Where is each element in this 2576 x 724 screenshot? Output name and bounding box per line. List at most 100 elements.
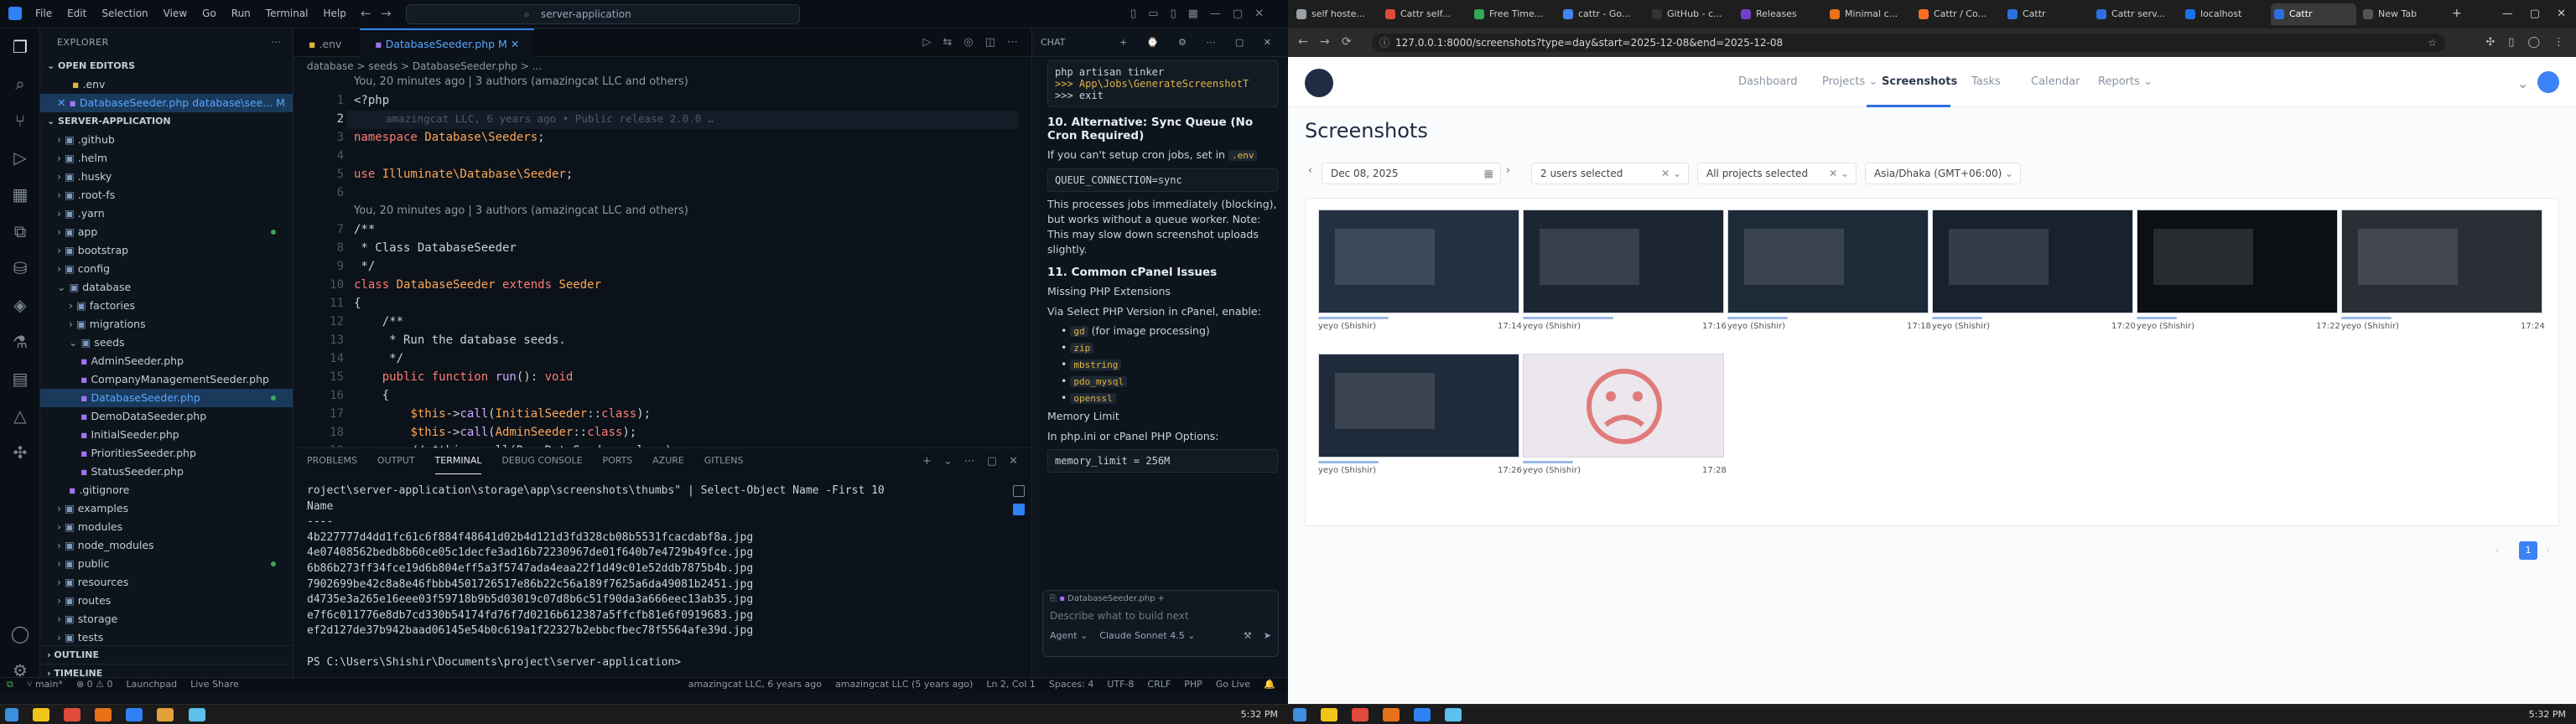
file-tree-item[interactable]: › ▣ bootstrap — [40, 241, 293, 260]
users-filter[interactable]: 2 users selected ✕ ⌄ — [1531, 163, 1689, 184]
code-block-memory[interactable]: memory_limit = 256M — [1047, 449, 1278, 473]
nav-screenshots[interactable]: Screenshots — [1882, 75, 1957, 88]
file-tree-item[interactable]: › ▣ .husky — [40, 168, 293, 186]
clock[interactable]: 5:32 PM — [2529, 709, 2566, 720]
extensions-icon[interactable]: ✣ — [2485, 36, 2495, 49]
screenshot-thumbnail[interactable] — [1523, 354, 1724, 458]
tab-ports[interactable]: PORTS — [602, 448, 632, 473]
browser-tab[interactable]: Cattr / Co... — [1915, 3, 2001, 25]
screenshot-thumbnail[interactable] — [1523, 209, 1724, 313]
more-actions-icon[interactable]: ⋯ — [964, 455, 975, 468]
tools-icon[interactable]: ⚒ — [1244, 630, 1252, 641]
terminal-instance-icon[interactable] — [1013, 485, 1025, 497]
project-header[interactable]: ⌄ SERVER-APPLICATION — [40, 112, 293, 131]
screenshot-thumbnail[interactable] — [1318, 209, 1519, 313]
file-explorer-icon[interactable] — [1321, 708, 1338, 721]
open-editors-header[interactable]: ⌄ OPEN EDITORS — [40, 57, 293, 75]
screenshot-thumbnail[interactable] — [2137, 209, 2338, 313]
browser-tab[interactable]: Cattr self... — [1382, 3, 1467, 25]
menu-run[interactable]: Run — [231, 8, 251, 19]
minimize-icon[interactable]: — — [2502, 8, 2513, 20]
screenshot-thumbnail[interactable] — [1727, 209, 1929, 313]
file-tree-item[interactable]: › ▣ examples — [40, 499, 293, 518]
file-tree-item[interactable]: › ▣ modules — [40, 518, 293, 536]
app-icon[interactable] — [1352, 708, 1369, 721]
file-tree-item[interactable]: › ▣ node_modules — [40, 536, 293, 555]
account-icon[interactable]: ◯ — [0, 615, 40, 652]
url-bar[interactable]: ⓘ 127.0.0.1:8000/screenshots?type=day&st… — [1372, 34, 2445, 52]
more-actions-icon[interactable]: ⋯ — [1007, 36, 1018, 49]
go-live[interactable]: Go Live — [1216, 679, 1250, 690]
blame-status[interactable]: amazingcat LLC, 6 years ago — [688, 679, 822, 690]
file-tree-item[interactable]: › ▣ storage — [40, 610, 293, 628]
file-tree-item[interactable]: ⌄ ▣ seeds — [40, 334, 293, 352]
bell-icon[interactable]: 🔔 — [1264, 679, 1275, 690]
bookmark-star-icon[interactable]: ☆ — [2428, 34, 2437, 52]
minimize-icon[interactable]: — — [1210, 8, 1221, 20]
layout-panel-icon[interactable]: ▭ — [1148, 8, 1158, 20]
file-tree-item[interactable]: › ▣ factories — [40, 297, 293, 315]
browser-tab[interactable]: Cattr serv... — [2093, 3, 2179, 25]
forward-icon[interactable]: → — [1320, 35, 1330, 49]
database-icon[interactable]: ⛁ — [0, 250, 40, 287]
tab-env[interactable]: ▪ .env — [293, 30, 356, 59]
screenshot-thumbnail[interactable] — [1932, 209, 2133, 313]
browser-tab[interactable]: Releases — [1737, 3, 1823, 25]
menu-file[interactable]: File — [35, 8, 52, 19]
file-tree-item[interactable]: ⌄ ▣ database — [40, 278, 293, 297]
chat-actions-icon[interactable]: + ⌚ ⚙ ⋯ ▢ ✕ — [1119, 37, 1280, 48]
outline-section[interactable]: › OUTLINE — [40, 645, 293, 664]
screenshot-thumbnail[interactable] — [1318, 354, 1519, 458]
file-tree-item[interactable]: ▪ CompanyManagementSeeder.php — [40, 370, 293, 389]
reload-icon[interactable]: ⟳ — [1342, 35, 1352, 49]
browser-tab[interactable]: Free Time... — [1471, 3, 1556, 25]
tab-problems[interactable]: PROBLEMS — [307, 448, 357, 473]
run-icon[interactable]: ▷ — [922, 36, 931, 49]
file-tree-item[interactable]: ▪ DemoDataSeeder.php — [40, 407, 293, 426]
file-tree-item[interactable]: › ▣ app — [40, 223, 293, 241]
menu-go[interactable]: Go — [202, 8, 216, 19]
terminal-output[interactable]: roject\server-application\storage\app\sc… — [307, 484, 885, 670]
close-icon[interactable]: ✕ — [2557, 8, 2566, 20]
breadcrumb[interactable]: database > seeds > DatabaseSeeder.php > … — [293, 57, 1031, 75]
open-editor-env[interactable]: ▪ .env — [40, 75, 293, 94]
extensions-icon[interactable]: ▦ — [0, 176, 40, 213]
attached-context[interactable]: ⎘ ▪ DatabaseSeeder.php + — [1043, 591, 1278, 607]
file-tree-item[interactable]: › ▣ routes — [40, 592, 293, 610]
new-tab-icon[interactable]: + — [2452, 7, 2462, 20]
live-share[interactable]: Live Share — [190, 679, 239, 690]
nav-reports[interactable]: Reports ⌄ — [2098, 75, 2153, 88]
browser-tab[interactable]: localhost — [2182, 3, 2267, 25]
menu-edit[interactable]: Edit — [67, 8, 86, 19]
file-tree-item[interactable]: › ▣ .helm — [40, 149, 293, 168]
more-actions-icon[interactable]: ⋯ — [271, 36, 281, 48]
file-tree-item[interactable]: ▪ InitialSeeder.php — [40, 426, 293, 444]
tab-output[interactable]: OUTPUT — [377, 448, 415, 473]
branch-indicator[interactable]: ⑂ main* — [27, 679, 63, 690]
maximize-icon[interactable]: ▢ — [2530, 8, 2540, 20]
cursor-position[interactable]: Ln 2, Col 1 — [986, 679, 1036, 690]
browser-tab[interactable]: Minimal c... — [1826, 3, 1912, 25]
close-icon[interactable]: ✕ — [1254, 8, 1264, 20]
model-picker[interactable]: Claude Sonnet 4.5 ⌄ — [1099, 630, 1195, 641]
codelens-blame[interactable]: You, 20 minutes ago | 3 authors (amazing… — [354, 75, 688, 88]
browser-tab[interactable]: GitHub - c... — [1649, 3, 1734, 25]
file-tree-item[interactable]: ▪ AdminSeeder.php — [40, 352, 293, 370]
browser-tab[interactable]: Cattr — [2004, 3, 2090, 25]
app-icon[interactable] — [1445, 708, 1462, 721]
source-control-icon[interactable]: ⑂ — [0, 102, 40, 139]
menu-icon[interactable]: ⋮ — [2553, 36, 2564, 49]
nav-tasks[interactable]: Tasks — [1971, 75, 2001, 88]
browser-tab[interactable]: self hoste... — [1293, 3, 1379, 25]
close-icon[interactable]: ✕ — [511, 38, 519, 50]
screenshot-thumbnail[interactable] — [2341, 209, 2542, 313]
mode-picker[interactable]: Agent ⌄ — [1050, 630, 1088, 641]
pagination-current[interactable]: 1 — [2519, 541, 2537, 560]
forward-arrow-icon[interactable]: → — [381, 6, 392, 21]
launchpad[interactable]: Launchpad — [127, 679, 178, 690]
app-icon[interactable] — [64, 708, 81, 721]
customize-layout-icon[interactable]: ▦ — [1188, 8, 1198, 20]
blame-status-2[interactable]: amazingcat LLC (5 years ago) — [835, 679, 973, 690]
pagination-next-icon[interactable]: › — [2546, 545, 2550, 556]
sidepanel-icon[interactable]: ▯ — [2508, 36, 2514, 49]
